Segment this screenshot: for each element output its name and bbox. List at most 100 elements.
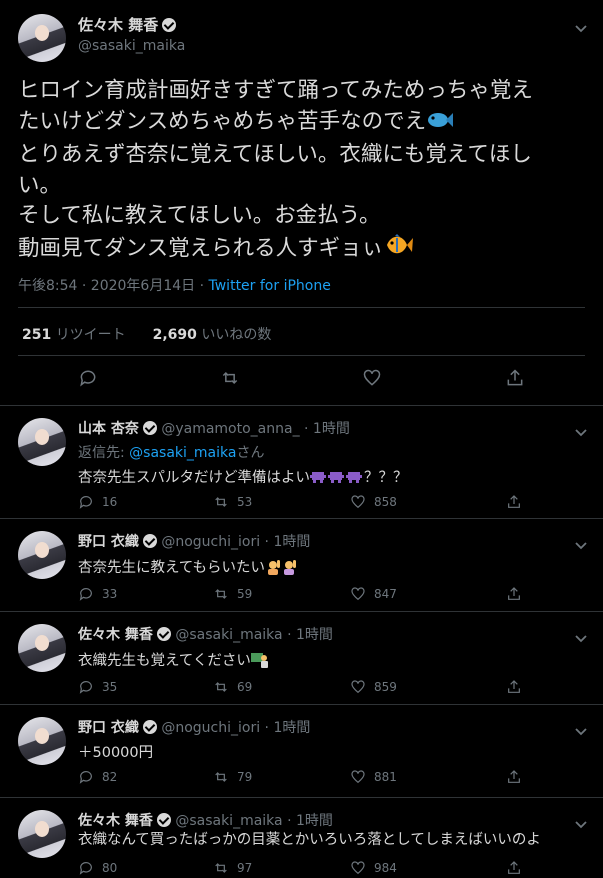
retweet-icon — [215, 863, 227, 873]
reply-tweet[interactable]: 野口 衣織 @noguchi_iori · 1時間 杏奈先生に教えてもらいたい … — [0, 519, 603, 612]
reply-button[interactable]: 82 — [78, 769, 117, 785]
avatar[interactable] — [18, 624, 66, 672]
reply-header: 山本 杏奈 @yamamoto_anna_ · 1時間 — [78, 418, 350, 438]
like-icon — [351, 680, 365, 694]
reply-text: 杏奈先生スパルタだけど準備はよい？？？ — [78, 466, 408, 489]
reply-actions: 16 53 858 — [78, 494, 578, 512]
reply-tweet[interactable]: 野口 衣織 @noguchi_iori · 1時間 ＋50000円 82 79 … — [0, 705, 603, 798]
share-button[interactable] — [506, 586, 522, 602]
likes-stat[interactable]: 2,690 いいねの数 — [153, 327, 272, 343]
chevron-down-icon[interactable] — [575, 628, 587, 643]
author-name[interactable]: 佐々木 舞香 — [78, 627, 153, 643]
reply-text: 衣織先生も覚えてください — [78, 649, 269, 672]
like-icon — [351, 587, 365, 601]
author-handle[interactable]: @yamamoto_anna_ — [161, 421, 299, 437]
like-button[interactable]: 858 — [350, 494, 397, 510]
source-link[interactable]: Twitter for iPhone — [209, 278, 331, 294]
chevron-down-icon[interactable] — [575, 18, 587, 33]
retweets-stat[interactable]: 251 リツイート — [22, 327, 126, 343]
author-name[interactable]: 野口 衣織 — [78, 720, 139, 736]
reply-header: 野口 衣織 @noguchi_iori · 1時間 — [78, 717, 310, 737]
like-button[interactable]: 847 — [350, 586, 397, 602]
chevron-down-icon[interactable] — [575, 721, 587, 736]
reply-header: 佐々木 舞香 @sasaki_maika · 1時間 — [78, 624, 333, 644]
reply-button[interactable]: 16 — [78, 494, 117, 510]
chevron-down-icon[interactable] — [575, 535, 587, 550]
chevron-down-icon[interactable] — [575, 422, 587, 437]
reply-tweet[interactable]: 佐々木 舞香 @sasaki_maika · 1時間 衣織なんて買ったばっかの目… — [0, 798, 603, 878]
reply-button[interactable]: 35 — [78, 679, 117, 695]
chevron-down-icon[interactable] — [575, 814, 587, 829]
reply-icon — [79, 862, 92, 875]
like-button[interactable]: 881 — [350, 769, 397, 785]
avatar[interactable] — [18, 14, 66, 62]
reply-icon — [79, 771, 92, 784]
reply-tweet[interactable]: 佐々木 舞香 @sasaki_maika · 1時間 衣織先生も覚えてください … — [0, 612, 603, 705]
reply-tweet[interactable]: 山本 杏奈 @yamamoto_anna_ · 1時間 返信先: @sasaki… — [0, 406, 603, 519]
reply-actions: 82 79 881 — [78, 769, 578, 787]
share-button[interactable] — [506, 860, 522, 876]
share-icon[interactable] — [505, 368, 529, 392]
retweet-button[interactable]: 59 — [213, 586, 252, 602]
retweet-button[interactable]: 53 — [213, 494, 252, 510]
retweet-button[interactable]: 97 — [213, 860, 252, 876]
reply-button[interactable]: 80 — [78, 860, 117, 876]
avatar[interactable] — [18, 810, 66, 858]
author-handle[interactable]: @noguchi_iori — [161, 720, 260, 736]
tweet-line: たいけどダンスめちゃめちゃ苦手なのでえ — [18, 107, 590, 141]
avatar[interactable] — [18, 531, 66, 579]
verified-badge-icon — [162, 18, 177, 32]
reply-to-handle[interactable]: @sasaki_maika — [129, 445, 236, 461]
alien-monster-emoji-icon — [310, 469, 364, 489]
author-name[interactable]: 山本 杏奈 — [78, 421, 139, 437]
share-button[interactable] — [506, 769, 522, 785]
retweet-icon — [215, 772, 227, 782]
verified-badge-icon — [156, 627, 171, 641]
like-button[interactable]: 859 — [350, 679, 397, 695]
teacher-emoji-icon — [250, 652, 269, 672]
reply-actions: 33 59 847 — [78, 586, 578, 604]
reply-time[interactable]: · 1時間 — [287, 627, 333, 643]
author-handle[interactable]: @sasaki_maika — [175, 627, 282, 643]
reply-time[interactable]: · 1時間 — [304, 421, 350, 437]
reply-time[interactable]: · 1時間 — [265, 534, 311, 550]
author-handle[interactable]: @sasaki_maika — [78, 38, 185, 54]
verified-badge-icon — [142, 421, 157, 435]
like-button[interactable]: 984 — [350, 860, 397, 876]
reply-text: 杏奈先生に教えてもらいたい — [78, 556, 299, 579]
author-name[interactable]: 野口 衣織 — [78, 534, 139, 550]
verified-badge-icon — [156, 813, 171, 827]
reply-text: ＋50000円 — [78, 745, 154, 761]
reply-time[interactable]: · 1時間 — [265, 720, 311, 736]
reply-to: 返信先: @sasaki_maikaさん — [78, 445, 265, 461]
reply-actions: 80 97 984 — [78, 860, 578, 878]
reply-time[interactable]: · 1時間 — [287, 813, 333, 829]
share-icon — [508, 587, 520, 600]
author-handle[interactable]: @sasaki_maika — [175, 813, 282, 829]
retweet-icon[interactable] — [220, 368, 244, 392]
tweet-line: 動画見てダンス覚えられる人すギョぃ — [18, 232, 590, 268]
reply-text: 衣織なんて買ったばっかの目薬とかいろいろ落としてしまえばいいのよ — [78, 832, 541, 848]
author-name[interactable]: 佐々木 舞香 — [78, 14, 177, 35]
reply-header: 佐々木 舞香 @sasaki_maika · 1時間 — [78, 810, 333, 830]
like-icon — [351, 861, 365, 875]
retweet-icon — [215, 682, 227, 692]
avatar[interactable] — [18, 717, 66, 765]
main-tweet: 佐々木 舞香 @sasaki_maika ヒロイン育成計画好きすぎて踊ってみため… — [0, 0, 603, 406]
reply-actions: 35 69 859 — [78, 679, 578, 697]
author-handle[interactable]: @noguchi_iori — [161, 534, 260, 550]
share-icon — [508, 680, 520, 693]
engagement-stats: 251 リツイート 2,690 いいねの数 — [22, 324, 271, 344]
share-button[interactable] — [506, 679, 522, 695]
reply-icon[interactable] — [78, 368, 102, 392]
reply-button[interactable]: 33 — [78, 586, 117, 602]
retweet-icon — [215, 589, 227, 599]
author-name[interactable]: 佐々木 舞香 — [78, 813, 153, 829]
share-button[interactable] — [506, 494, 522, 510]
retweet-button[interactable]: 79 — [213, 769, 252, 785]
retweet-button[interactable]: 69 — [213, 679, 252, 695]
avatar[interactable] — [18, 418, 66, 466]
like-icon[interactable] — [362, 368, 386, 392]
reply-icon — [79, 681, 92, 694]
like-icon — [351, 770, 365, 784]
